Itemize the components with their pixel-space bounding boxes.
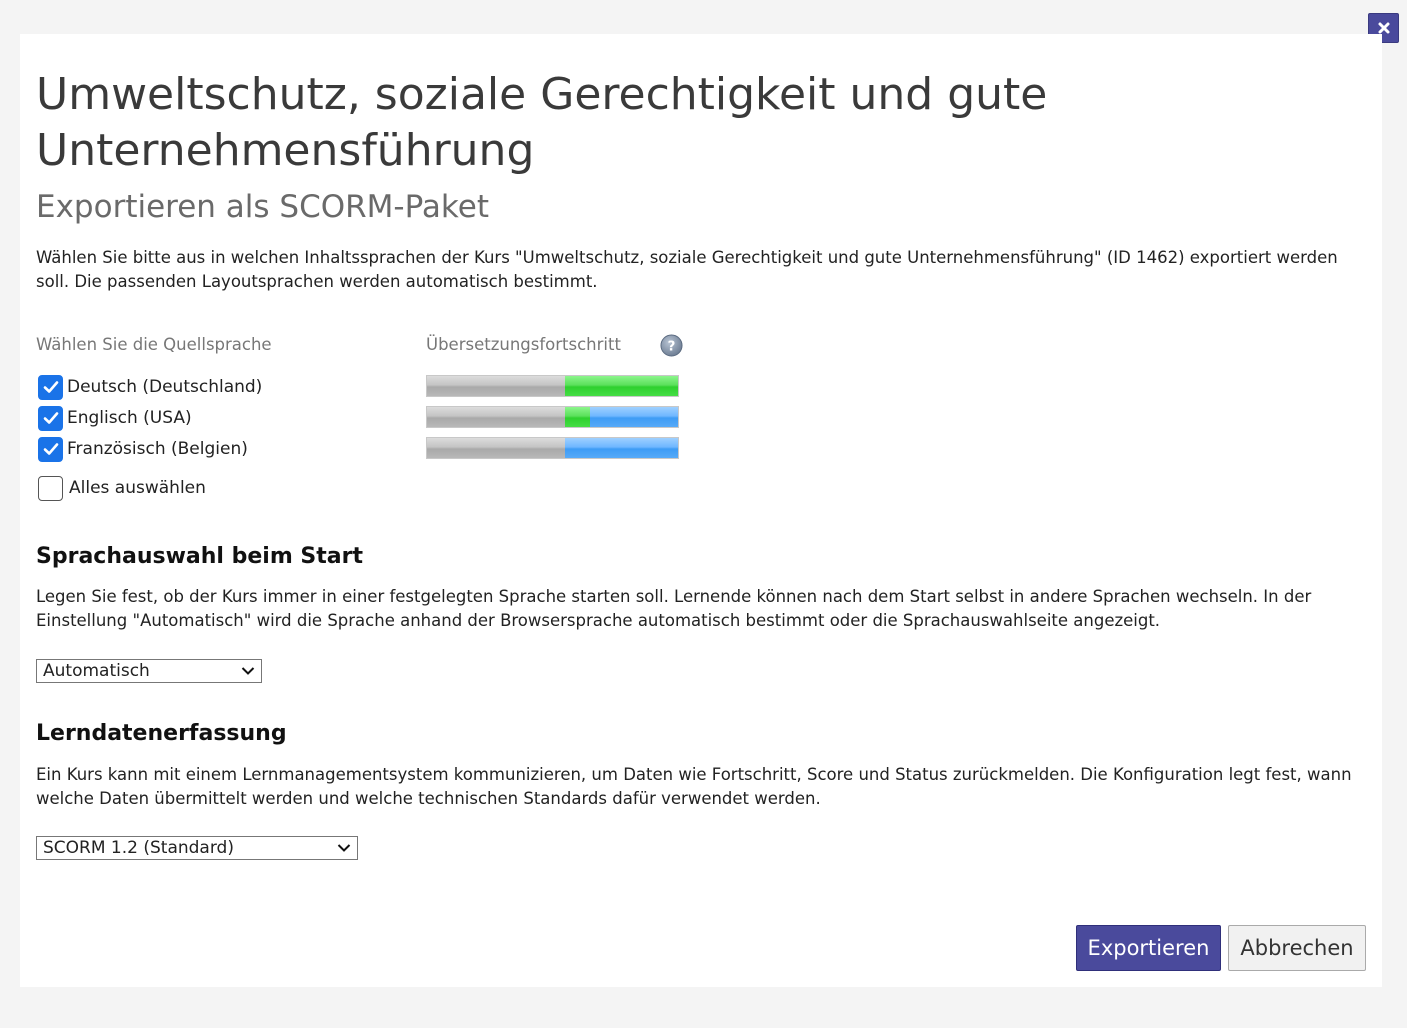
start-language-description: Legen Sie fest, ob der Kurs immer in ein… xyxy=(36,587,1312,630)
translation-progress-header: Übersetzungsfortschritt xyxy=(426,335,621,354)
checkbox-de[interactable] xyxy=(38,374,63,400)
language-row-en[interactable]: Englisch (USA) xyxy=(38,405,192,431)
checkbox-fr[interactable] xyxy=(38,436,63,462)
progress-seg-grey xyxy=(427,376,566,396)
start-language-select-value: Automatisch xyxy=(43,661,150,681)
tracking-select[interactable]: SCORM 1.2 (Standard) xyxy=(36,836,358,860)
start-language-heading: Sprachauswahl beim Start xyxy=(36,544,363,569)
progress-seg-grey xyxy=(427,438,566,458)
language-row-de[interactable]: Deutsch (Deutschland) xyxy=(38,374,262,400)
tracking-select-value: SCORM 1.2 (Standard) xyxy=(43,838,234,858)
language-row-fr[interactable]: Französisch (Belgien) xyxy=(38,436,248,462)
export-button[interactable]: Exportieren xyxy=(1076,925,1221,971)
progress-seg-green xyxy=(565,407,591,427)
page-subtitle: Exportieren als SCORM-Paket xyxy=(36,189,489,225)
svg-text:?: ? xyxy=(668,339,676,354)
checkbox-en[interactable] xyxy=(38,405,63,431)
checkmark-icon xyxy=(43,412,58,424)
progress-seg-grey xyxy=(427,407,566,427)
start-language-select[interactable]: Automatisch xyxy=(36,659,262,683)
progress-bar-de xyxy=(426,375,679,397)
checkmark-icon xyxy=(43,443,58,455)
question-circle-icon[interactable]: ? xyxy=(660,334,683,357)
cancel-button[interactable]: Abbrechen xyxy=(1228,925,1366,971)
progress-seg-blue xyxy=(565,438,678,458)
progress-bar-en xyxy=(426,406,679,428)
tracking-heading: Lerndatenerfassung xyxy=(36,721,287,746)
close-icon xyxy=(1378,22,1389,34)
progress-seg-green xyxy=(565,376,678,396)
chevron-down-icon xyxy=(337,844,351,852)
progress-seg-blue xyxy=(590,407,678,427)
select-all-checkbox[interactable] xyxy=(38,475,63,501)
checkmark-icon xyxy=(43,381,58,393)
export-dialog: Umweltschutz, soziale Gerechtigkeit und … xyxy=(20,34,1382,987)
source-language-header: Wählen Sie die Quellsprache xyxy=(36,335,272,354)
language-label-fr: Französisch (Belgien) xyxy=(67,439,248,459)
select-all-row[interactable]: Alles auswählen xyxy=(38,475,206,501)
tracking-description: Ein Kurs kann mit einem Lernmanagementsy… xyxy=(36,765,1352,808)
language-label-en: Englisch (USA) xyxy=(67,408,192,428)
progress-bar-fr xyxy=(426,437,679,459)
intro-text: Wählen Sie bitte aus in welchen Inhaltss… xyxy=(36,248,1338,291)
page-title: Umweltschutz, soziale Gerechtigkeit und … xyxy=(36,69,1048,176)
select-all-label: Alles auswählen xyxy=(69,478,206,498)
chevron-down-icon xyxy=(241,667,255,675)
language-label-de: Deutsch (Deutschland) xyxy=(67,377,263,397)
